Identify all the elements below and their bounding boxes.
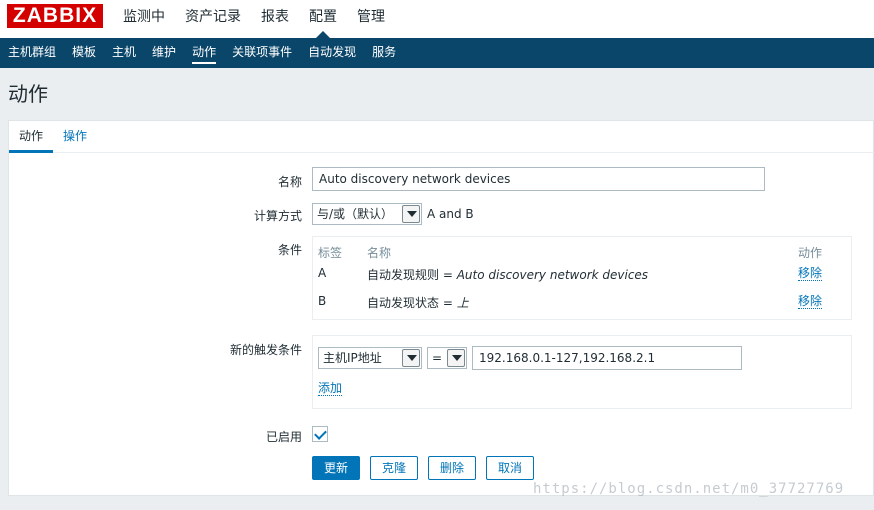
submenu-maintenance[interactable]: 维护 — [144, 38, 184, 68]
zabbix-logo[interactable]: ZABBIX — [7, 4, 103, 28]
chevron-down-icon — [402, 205, 420, 223]
calc-formula: A and B — [427, 207, 474, 221]
condition-name-a: 自动发现规则 = Auto discovery network devices — [367, 268, 649, 282]
condition-name-b: 自动发现状态 = 上 — [367, 296, 469, 310]
clone-button[interactable]: 克隆 — [370, 456, 418, 480]
chevron-down-icon — [402, 349, 420, 367]
submenu-hosts[interactable]: 主机 — [104, 38, 144, 68]
watermark: https://blog.csdn.net/m0_37727769 — [533, 481, 845, 497]
submenu-host-groups[interactable]: 主机群组 — [0, 38, 64, 68]
menu-reports[interactable]: 报表 — [251, 0, 299, 38]
new-condition-value-input[interactable]: 192.168.0.1-127,192.168.2.1 — [472, 346, 742, 370]
new-condition-type-value: 主机IP地址 — [323, 351, 382, 365]
top-header: ZABBIX 监测中 资产记录 报表 配置 管理 — [0, 0, 874, 38]
update-button[interactable]: 更新 — [312, 456, 360, 480]
calc-label: 计算方式 — [253, 209, 302, 223]
menu-configuration[interactable]: 配置 — [299, 0, 347, 38]
page-title: 动作 — [8, 82, 48, 106]
calc-select-value: 与/或（默认） — [317, 207, 394, 221]
submenu-services[interactable]: 服务 — [364, 38, 404, 68]
remove-condition-a-link[interactable]: 移除 — [798, 266, 823, 281]
menu-monitoring[interactable]: 监测中 — [113, 0, 175, 38]
enabled-label: 已启用 — [265, 430, 302, 444]
name-label: 名称 — [277, 175, 302, 189]
sub-menu: 主机群组 模板 主机 维护 动作 关联项事件 自动发现 服务 — [0, 38, 874, 68]
cancel-button[interactable]: 取消 — [486, 456, 534, 480]
new-condition-operator-select[interactable]: = — [427, 347, 467, 369]
add-condition-link[interactable]: 添加 — [318, 381, 343, 396]
submenu-event-correlation[interactable]: 关联项事件 — [224, 38, 300, 68]
action-form-panel: 动作 操作 名称 Auto discovery network devices … — [8, 120, 874, 496]
submenu-discovery[interactable]: 自动发现 — [300, 38, 364, 68]
main-menu: 监测中 资产记录 报表 配置 管理 — [113, 0, 395, 38]
submenu-templates[interactable]: 模板 — [64, 38, 104, 68]
name-input[interactable]: Auto discovery network devices — [312, 167, 765, 191]
delete-button[interactable]: 删除 — [428, 456, 476, 480]
conditions-header-action: 动作 — [798, 246, 823, 260]
menu-administration[interactable]: 管理 — [347, 0, 395, 38]
remove-condition-b-link[interactable]: 移除 — [798, 294, 823, 309]
new-condition-type-select[interactable]: 主机IP地址 — [318, 347, 422, 369]
menu-inventory[interactable]: 资产记录 — [175, 0, 251, 38]
enabled-checkbox[interactable] — [312, 426, 328, 442]
new-condition-operator-value: = — [432, 351, 443, 365]
conditions-table: 标签 名称 动作 A 自动发现规则 = Auto discovery netwo… — [312, 236, 852, 320]
form-tabs: 动作 操作 — [9, 121, 874, 153]
tab-action[interactable]: 动作 — [9, 121, 54, 153]
calc-select[interactable]: 与/或（默认） — [312, 203, 422, 225]
conditions-label: 条件 — [277, 243, 302, 257]
condition-label-b: B — [318, 294, 327, 308]
tab-operations[interactable]: 操作 — [53, 121, 97, 153]
conditions-header-name: 名称 — [367, 246, 392, 260]
condition-label-a: A — [318, 266, 327, 280]
new-condition-box: 主机IP地址 = 192.168.0.1-127,192.168.2.1 添加 — [312, 335, 852, 409]
chevron-down-icon — [447, 349, 465, 367]
submenu-actions[interactable]: 动作 — [184, 38, 224, 68]
conditions-header-label: 标签 — [318, 246, 343, 260]
new-condition-label: 新的触发条件 — [229, 343, 302, 357]
